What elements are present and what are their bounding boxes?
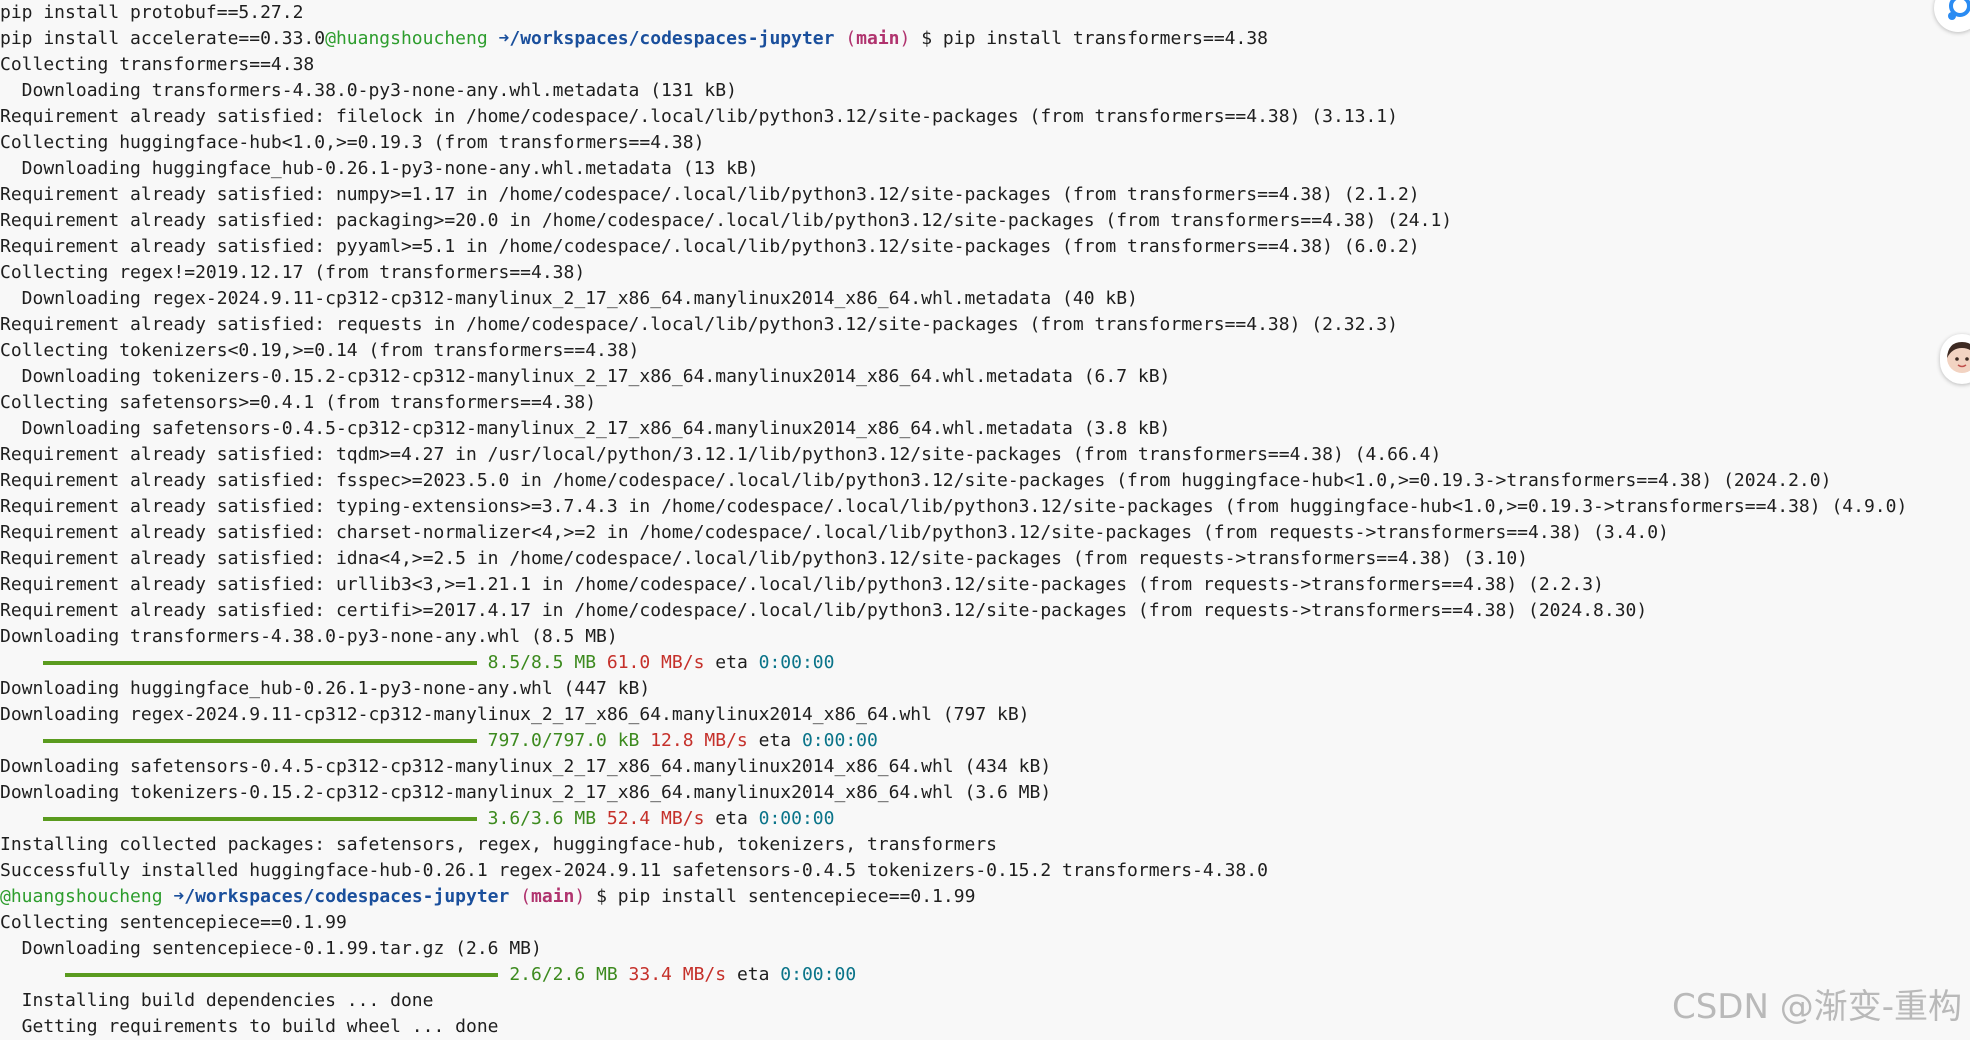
output-line: Downloading regex-2024.9.11-cp312-cp312-…: [0, 704, 1030, 725]
progress-line: 2.6/2.6 MB 33.4 MB/s eta 0:00:00: [0, 962, 856, 988]
avatar-glyph: [1947, 342, 1970, 373]
eta-label: eta: [758, 730, 792, 751]
download-speed: 12.8 MB/s: [650, 730, 748, 751]
download-speed: 52.4 MB/s: [606, 808, 705, 829]
prompt-branch-close: ): [899, 28, 911, 49]
output-line: Successfully installed huggingface-hub-0…: [0, 860, 1268, 881]
eta-value: 0:00:00: [758, 808, 835, 829]
download-size: 2.6/2.6 MB: [509, 964, 618, 985]
output-line: pip install protobuf==5.27.2: [0, 2, 304, 23]
output-line: Downloading sentencepiece-0.1.99.tar.gz …: [0, 938, 542, 959]
output-line: Collecting safetensors>=0.4.1 (from tran…: [0, 392, 597, 413]
watermark: CSDN @渐变-重构: [1671, 987, 1962, 1027]
prompt-line: pip install accelerate==0.33.0@huangshou…: [0, 26, 1268, 52]
output-line: Downloading huggingface_hub-0.26.1-py3-n…: [0, 678, 651, 699]
output-line: Downloading huggingface_hub-0.26.1-py3-n…: [0, 158, 759, 179]
eta-value: 0:00:00: [758, 652, 835, 673]
output-line: Downloading tokenizers-0.15.2-cp312-cp31…: [0, 782, 1052, 803]
eta-value: 0:00:00: [801, 730, 878, 751]
output-line: Requirement already satisfied: fsspec>=2…: [0, 470, 1832, 491]
download-size: 8.5/8.5 MB: [487, 652, 597, 673]
prompt-user: @huangshoucheng: [325, 28, 488, 49]
terminal-output[interactable]: pip install protobuf==5.27.2 pip install …: [0, 0, 1970, 1040]
output-line: Requirement already satisfied: certifi>=…: [0, 600, 1648, 621]
output-line: Requirement already satisfied: typing-ex…: [0, 496, 1908, 517]
output-line: Downloading transformers-4.38.0-py3-none…: [0, 626, 618, 647]
output-line: Downloading safetensors-0.4.5-cp312-cp31…: [0, 756, 1052, 777]
prompt-path: /workspaces/codespaces-jupyter: [184, 886, 510, 907]
progress-line: 3.6/3.6 MB 52.4 MB/s eta 0:00:00: [0, 806, 835, 832]
chat-assistant-glyph: [1948, 0, 1970, 20]
output-line: Requirement already satisfied: urllib3<3…: [0, 574, 1604, 595]
output-line: Requirement already satisfied: packaging…: [0, 210, 1453, 231]
prompt-branch-open: (: [520, 886, 532, 907]
download-speed: 61.0 MB/s: [606, 652, 705, 673]
output-line: Downloading safetensors-0.4.5-cp312-cp31…: [0, 418, 1171, 439]
output-line: Requirement already satisfied: tqdm>=4.2…: [0, 444, 1442, 465]
output-line: Requirement already satisfied: filelock …: [0, 106, 1398, 127]
output-line: Collecting huggingface-hub<1.0,>=0.19.3 …: [0, 132, 705, 153]
eta-label: eta: [736, 964, 770, 985]
output-line: Requirement already satisfied: idna<4,>=…: [0, 548, 1529, 569]
download-size: 797.0/797.0 kB: [487, 730, 640, 751]
output-line: Collecting tokenizers<0.19,>=0.14 (from …: [0, 340, 640, 361]
chat-assistant-icon[interactable]: [1934, 0, 1970, 32]
prompt-line: @huangshoucheng ➜/workspaces/codespaces-…: [0, 884, 975, 910]
output-line: Getting requirements to build wheel ... …: [0, 1016, 499, 1037]
command-text[interactable]: pip install transformers==4.38: [943, 28, 1268, 49]
progress-line: 797.0/797.0 kB 12.8 MB/s eta 0:00:00: [0, 728, 878, 754]
prompt-branch: main: [856, 28, 900, 49]
output-line: Downloading transformers-4.38.0-py3-none…: [0, 80, 737, 101]
output-line: Collecting sentencepiece==0.1.99: [0, 912, 347, 933]
eta-label: eta: [715, 652, 748, 673]
progress-line: 8.5/8.5 MB 61.0 MB/s eta 0:00:00: [0, 650, 835, 676]
prompt-branch: main: [531, 886, 575, 907]
prompt-user: @huangshoucheng: [0, 886, 163, 907]
prompt-arrow-icon: ➜: [173, 886, 185, 907]
download-size: 3.6/3.6 MB: [487, 808, 597, 829]
output-line: Installing collected packages: safetenso…: [0, 834, 997, 855]
previous-command: pip install accelerate==0.33.0: [0, 28, 326, 49]
prompt-branch-open: (: [845, 28, 857, 49]
output-line: Collecting regex!=2019.12.17 (from trans…: [0, 262, 586, 283]
prompt-dollar: $: [596, 886, 607, 907]
user-avatar-icon[interactable]: [1940, 334, 1970, 384]
output-line: Requirement already satisfied: charset-n…: [0, 522, 1669, 543]
download-speed: 33.4 MB/s: [628, 964, 727, 985]
prompt-path: /workspaces/codespaces-jupyter: [509, 28, 835, 49]
output-line: Requirement already satisfied: pyyaml>=5…: [0, 236, 1420, 257]
output-line: Downloading regex-2024.9.11-cp312-cp312-…: [0, 288, 1138, 309]
eta-label: eta: [715, 808, 748, 829]
output-line: Downloading tokenizers-0.15.2-cp312-cp31…: [0, 366, 1171, 387]
output-line: Requirement already satisfied: numpy>=1.…: [0, 184, 1420, 205]
prompt-branch-close: ): [574, 886, 586, 907]
command-text[interactable]: pip install sentencepiece==0.1.99: [618, 886, 976, 907]
prompt-arrow-icon: ➜: [498, 28, 510, 49]
output-line: Requirement already satisfied: requests …: [0, 314, 1398, 335]
output-line: Installing build dependencies ... done: [0, 990, 434, 1011]
output-line: Collecting transformers==4.38: [0, 54, 315, 75]
eta-value: 0:00:00: [780, 964, 857, 985]
prompt-dollar: $: [921, 28, 933, 49]
